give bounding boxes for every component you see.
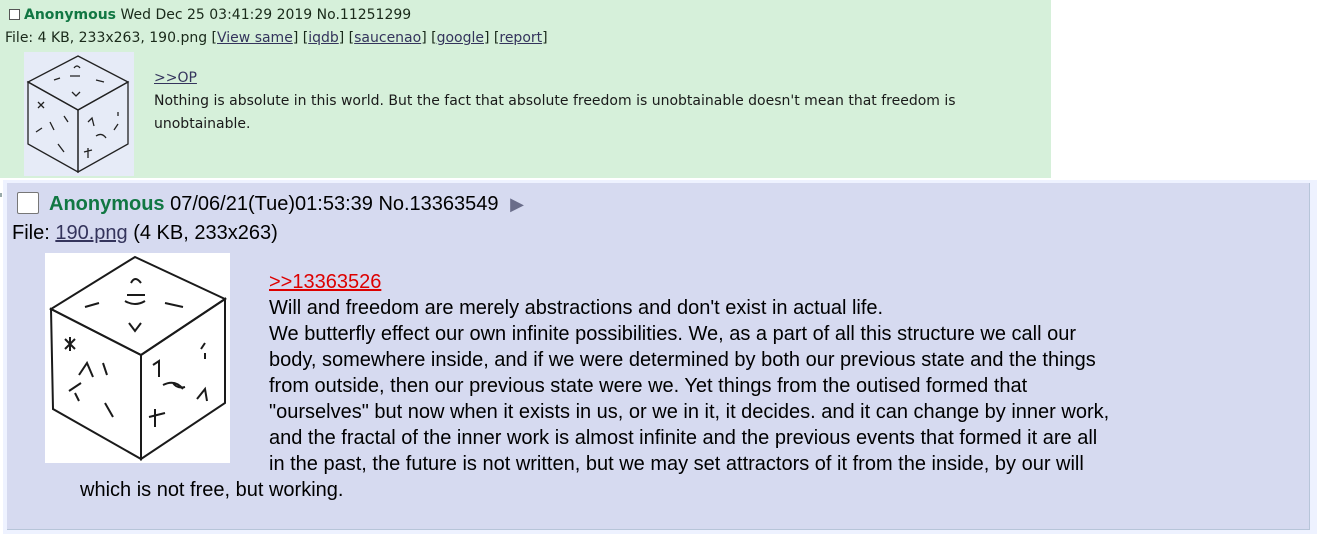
poster-name: Anonymous <box>24 7 117 23</box>
post-number[interactable]: No.13363549 <box>378 193 498 215</box>
quote-link-op[interactable]: >>OP <box>154 70 197 86</box>
post-select-checkbox[interactable] <box>9 9 20 20</box>
reply-post: Anonymous 07/06/21(Tue)01:53:39 No.13363… <box>7 183 1310 530</box>
archived-post: Anonymous Wed Dec 25 03:41:29 2019 No.11… <box>0 0 1051 178</box>
report-link[interactable]: report <box>499 30 542 46</box>
post-select-checkbox[interactable] <box>17 192 39 214</box>
post-number[interactable]: No.11251299 <box>317 7 412 23</box>
file-info: File: 4 KB, 233x263, 190.png [View same]… <box>5 30 548 46</box>
post-message-line: We butterfly effect our own infinite pos… <box>269 323 1077 345</box>
post-datetime: 07/06/21(Tue)01:53:39 <box>170 193 373 215</box>
iqdb-link[interactable]: iqdb <box>308 30 339 46</box>
post-body: >>OP Nothing is absolute in this world. … <box>154 67 1014 136</box>
post-message-line: "ourselves" but now when it exists in us… <box>269 401 1110 423</box>
file-meta: (4 KB, 233x263) <box>127 222 278 244</box>
reply-container: Anonymous 07/06/21(Tue)01:53:39 No.13363… <box>3 180 1317 534</box>
poster-name: Anonymous <box>49 193 165 215</box>
quote-link[interactable]: >>13363526 <box>269 269 381 295</box>
post-message-line: and the fractal of the inner work is alm… <box>269 427 1098 449</box>
file-label: File: <box>12 222 56 244</box>
cube-sketch-thumbnail[interactable] <box>24 52 134 176</box>
google-link[interactable]: google <box>437 30 484 46</box>
post-menu-arrow-icon[interactable]: ▶ <box>510 194 524 214</box>
post-message-line: body, somewhere inside, and if we were d… <box>269 349 1096 371</box>
file-name-link[interactable]: 190.png <box>55 222 127 244</box>
cube-sketch-thumbnail[interactable] <box>45 253 230 463</box>
post-message-line: in the past, the future is not written, … <box>269 453 1084 475</box>
cube-drawing-icon <box>26 55 130 174</box>
post-message-line: from outside, then our previous state we… <box>269 375 1028 397</box>
post-message-line: which is not free, but working. <box>80 479 344 501</box>
cube-drawing-icon <box>45 253 230 463</box>
post-message-line: Will and freedom are merely abstractions… <box>269 297 884 319</box>
saucenao-link[interactable]: saucenao <box>354 30 421 46</box>
post-datetime: Wed Dec 25 03:41:29 2019 <box>120 7 313 23</box>
file-info: File: 190.png (4 KB, 233x263) <box>12 220 278 246</box>
post-message: Nothing is absolute in this world. But t… <box>154 93 956 132</box>
post-header: Anonymous 07/06/21(Tue)01:53:39 No.13363… <box>17 191 524 217</box>
edge-marker <box>0 193 2 197</box>
view-same-link[interactable]: View same <box>217 30 293 46</box>
file-meta: File: 4 KB, 233x263, 190.png <box>5 30 208 46</box>
post-header: Anonymous Wed Dec 25 03:41:29 2019 No.11… <box>9 6 411 24</box>
